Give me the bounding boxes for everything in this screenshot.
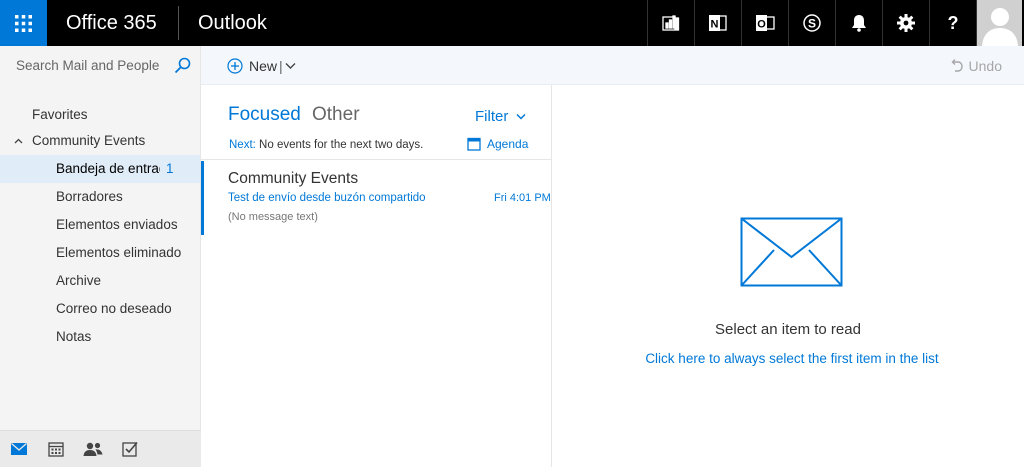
- list-divider: [201, 159, 552, 160]
- folder-drafts[interactable]: Borradores: [0, 183, 200, 211]
- unread-count: 1: [166, 161, 174, 176]
- tab-focused[interactable]: Focused: [228, 104, 301, 126]
- command-bar: New | Undo: [201, 46, 1024, 85]
- message-subject: Test de envío desde buzón compartido: [228, 192, 426, 204]
- people-module-button[interactable]: [74, 431, 111, 468]
- folder-label: Notas: [56, 329, 92, 344]
- power-bi-icon: [662, 15, 680, 31]
- help-icon: ?: [948, 14, 959, 32]
- calendar-icon: [47, 442, 64, 457]
- undo-label: Undo: [968, 57, 1002, 74]
- apps-icon: [15, 14, 32, 32]
- notifications-button[interactable]: [835, 0, 882, 46]
- folder-label: Archive: [56, 273, 102, 288]
- search-icon[interactable]: [174, 57, 191, 74]
- bell-icon: [852, 15, 866, 32]
- new-message-button[interactable]: New |: [227, 46, 296, 85]
- folder-label: Bandeja de entrada: [56, 161, 160, 176]
- gear-icon: [897, 14, 915, 32]
- list-item[interactable]: Community Events Test de envío desde buz…: [201, 161, 552, 235]
- mail-icon: [10, 443, 27, 455]
- tab-other[interactable]: Other: [312, 104, 360, 126]
- calendar-module-button[interactable]: [37, 431, 74, 468]
- chevron-down-icon[interactable]: [285, 62, 296, 70]
- undo-icon: [951, 59, 963, 72]
- module-switcher: [0, 430, 201, 467]
- search-input[interactable]: Search Mail and People: [16, 46, 159, 85]
- next-label: Next:: [229, 139, 256, 151]
- folder-label: Borradores: [56, 189, 123, 204]
- select-first-item-link[interactable]: Click here to always select the first it…: [552, 351, 1024, 366]
- search-box[interactable]: Search Mail and People: [0, 46, 201, 85]
- folder-inbox[interactable]: Bandeja de entrada 1: [0, 155, 200, 183]
- help-button[interactable]: ?: [929, 0, 976, 46]
- avatar[interactable]: [976, 0, 1022, 46]
- folder-deleted[interactable]: Elementos eliminado: [0, 239, 200, 267]
- person-icon: [982, 8, 1018, 46]
- chevron-up-icon[interactable]: [14, 138, 23, 144]
- settings-button[interactable]: [882, 0, 929, 46]
- checkbox-icon: [121, 441, 138, 457]
- onenote-icon: N: [709, 15, 727, 31]
- app-title[interactable]: Outlook: [198, 0, 267, 46]
- app-launcher-button[interactable]: [0, 0, 47, 46]
- agenda-button[interactable]: Agenda: [467, 137, 528, 151]
- undo-button[interactable]: Undo: [949, 46, 1002, 85]
- svg-text:N: N: [711, 19, 719, 31]
- svg-text:?: ?: [948, 14, 959, 32]
- message-list: Focused Other Filter Next: No events for…: [201, 85, 552, 467]
- header-icons: N O S ?: [647, 0, 1022, 46]
- chevron-down-icon: [516, 113, 526, 120]
- folder-label: Elementos enviados: [56, 217, 178, 232]
- outlook-app-button[interactable]: O: [741, 0, 788, 46]
- skype-button[interactable]: S: [788, 0, 835, 46]
- folder-archive[interactable]: Archive: [0, 267, 200, 295]
- new-label: New: [249, 57, 278, 74]
- folder-label: Correo no deseado: [56, 301, 172, 316]
- new-separator: |: [279, 57, 283, 74]
- calendar-icon: [467, 137, 481, 151]
- outlook-icon: O: [756, 15, 775, 31]
- svg-text:S: S: [808, 17, 816, 31]
- reading-pane-message: Select an item to read: [715, 321, 861, 338]
- add-circle-icon: [227, 57, 243, 74]
- onenote-button[interactable]: N: [694, 0, 741, 46]
- filter-label: Filter: [475, 108, 509, 125]
- group-name: Community Events: [32, 133, 146, 148]
- message-sender: Community Events: [228, 170, 359, 187]
- svg-text:O: O: [757, 19, 766, 31]
- power-bi-button[interactable]: [647, 0, 694, 46]
- filter-button[interactable]: Filter: [475, 108, 526, 125]
- message-preview: (No message text): [228, 211, 318, 223]
- favorites-header[interactable]: Favorites: [32, 107, 88, 122]
- folder-pane: Favorites Community Events Bandeja de en…: [0, 85, 201, 467]
- skype-icon: S: [803, 14, 821, 32]
- message-time: Fri 4:01 PM: [494, 192, 551, 204]
- top-bar: Office 365 Outlook N O S ?: [0, 0, 1024, 46]
- folder-sent[interactable]: Elementos enviados: [0, 211, 200, 239]
- selection-bar: [201, 161, 204, 235]
- folder-label: Elementos eliminado: [56, 245, 182, 260]
- next-event-text: No events for the next two days.: [259, 139, 424, 151]
- group-header[interactable]: Community Events: [14, 133, 145, 148]
- reading-pane: Select an item to read Click here to alw…: [552, 85, 1024, 467]
- agenda-label: Agenda: [487, 137, 529, 151]
- mail-module-button[interactable]: [0, 431, 37, 468]
- folder-notes[interactable]: Notas: [0, 323, 200, 351]
- header-divider: [178, 6, 179, 40]
- people-icon: [83, 442, 102, 456]
- office-365-brand[interactable]: Office 365: [66, 0, 157, 46]
- tasks-module-button[interactable]: [111, 431, 148, 468]
- folder-junk[interactable]: Correo no deseado: [0, 295, 200, 323]
- next-event-line: Next: No events for the next two days.: [229, 139, 423, 151]
- envelope-icon: [740, 217, 843, 287]
